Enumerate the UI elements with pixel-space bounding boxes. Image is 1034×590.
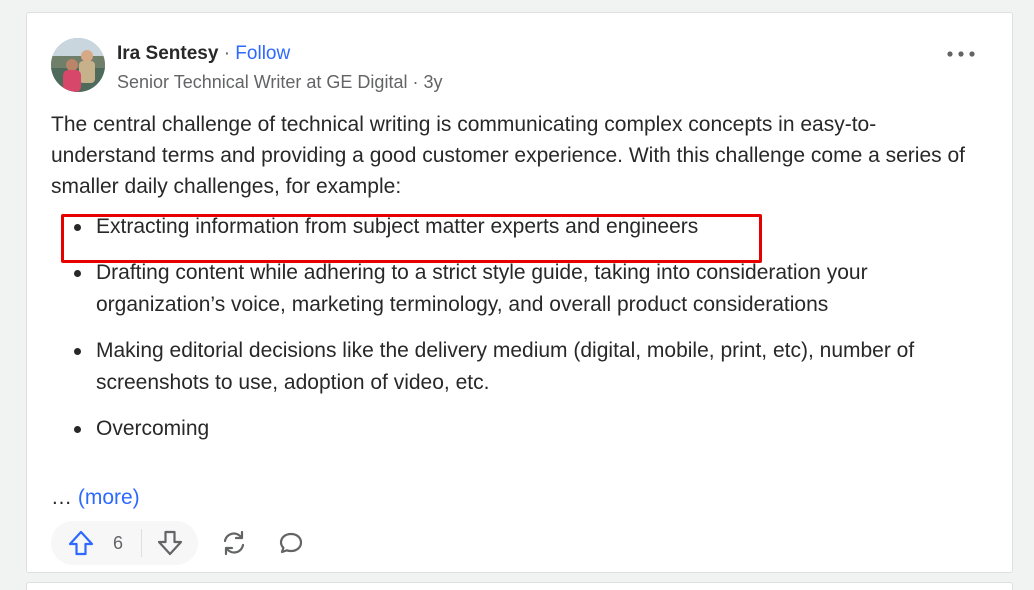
next-answer-card: [26, 582, 1013, 590]
answer-card: Ira Sentesy · Follow Senior Technical Wr…: [26, 12, 1013, 573]
list-item: Extracting information from subject matt…: [51, 211, 971, 243]
action-bar: 6: [51, 521, 304, 565]
more-link-line: … (more): [51, 486, 140, 510]
follow-button[interactable]: Follow: [235, 43, 290, 64]
list-item: Drafting content while adhering to a str…: [51, 257, 971, 321]
upvote-arrow-icon: [68, 530, 94, 556]
avatar[interactable]: [51, 38, 105, 92]
downvote-arrow-icon: [157, 530, 183, 556]
share-icon: [223, 530, 245, 556]
author-credential[interactable]: Senior Technical Writer at GE Digital · …: [117, 72, 442, 93]
vote-divider: [141, 529, 143, 557]
ellipsis: …: [51, 486, 72, 509]
answer-intro: The central challenge of technical writi…: [51, 113, 965, 198]
more-horizontal-icon: [947, 51, 975, 57]
comment-button[interactable]: [278, 531, 304, 555]
list-item: Making editorial decisions like the deli…: [51, 335, 971, 399]
more-options-button[interactable]: [946, 47, 976, 61]
author-name[interactable]: Ira Sentesy: [117, 43, 218, 64]
downvote-button[interactable]: [156, 530, 184, 556]
author-line: Ira Sentesy · Follow: [117, 43, 290, 65]
more-link[interactable]: (more): [78, 486, 140, 509]
upvote-button[interactable]: 6: [67, 530, 141, 556]
challenge-list: Extracting information from subject matt…: [51, 211, 971, 459]
author-separator: ·: [223, 43, 231, 64]
comment-icon: [279, 532, 303, 554]
avatar-photo: [51, 38, 105, 92]
share-button[interactable]: [220, 530, 248, 556]
vote-pill: 6: [51, 521, 199, 565]
upvote-count: 6: [113, 532, 124, 553]
list-item: Overcoming: [51, 413, 971, 445]
